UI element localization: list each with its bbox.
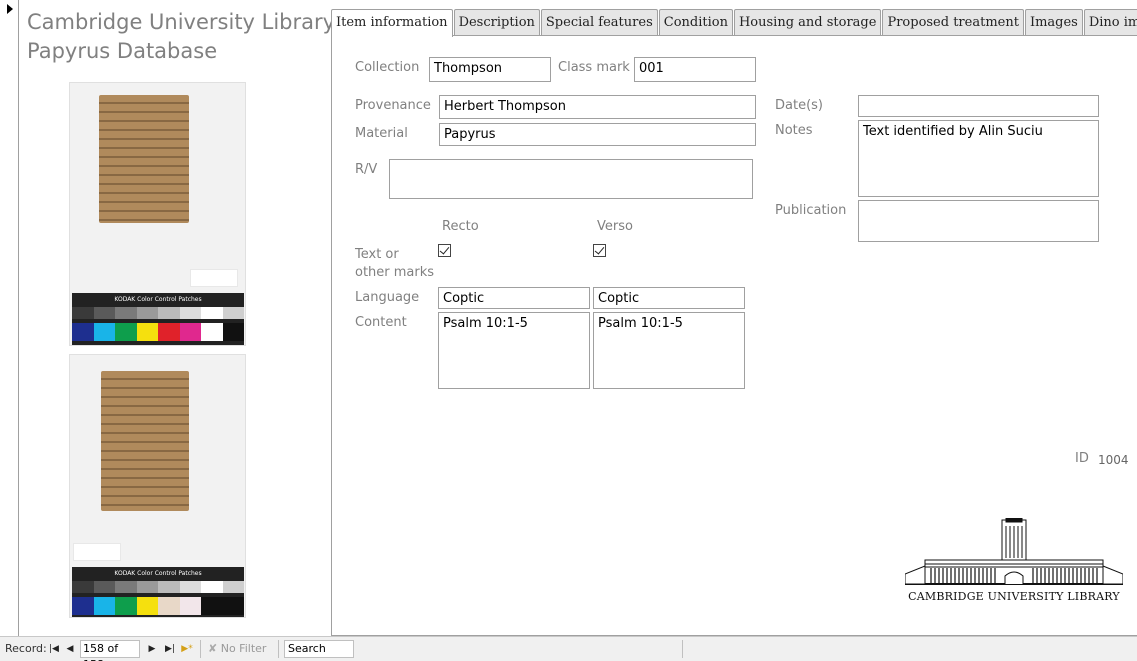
page-title: Cambridge University Library Papyrus Dat… <box>27 8 335 66</box>
separator <box>200 640 201 658</box>
papyrus-fragment <box>99 95 189 223</box>
current-record-input[interactable]: 158 of 158 <box>80 640 140 661</box>
app-window: Cambridge University Library Papyrus Dat… <box>0 0 1137 661</box>
filter-button[interactable]: ✘ No Filter <box>208 640 266 658</box>
provenance-label: Provenance <box>355 98 431 113</box>
color-patches <box>72 597 244 615</box>
image-label-card <box>73 543 121 561</box>
separator <box>682 640 683 658</box>
id-label: ID <box>1075 451 1089 466</box>
dates-label: Date(s) <box>775 98 823 113</box>
tab-special-features[interactable]: Special features <box>540 9 658 36</box>
tab-bar: Item information Description Special fea… <box>331 9 1137 37</box>
recto-label: Recto <box>442 219 479 234</box>
cambridge-library-logo-icon <box>905 518 1123 585</box>
color-control-strip: KODAK Color Control Patches <box>72 293 244 345</box>
record-label: Record: <box>5 642 47 655</box>
search-input[interactable]: Search <box>284 640 354 658</box>
last-record-icon[interactable]: ▶| <box>164 641 176 657</box>
papyrus-fragment <box>101 371 189 511</box>
notes-field[interactable]: Text identified by Alin Suciu <box>858 120 1099 197</box>
previous-record-icon[interactable]: ◀ <box>64 641 76 657</box>
tab-proposed-treatment[interactable]: Proposed treatment <box>882 9 1024 36</box>
content-recto-field[interactable]: Psalm 10:1-5 <box>438 312 590 389</box>
tab-dino-images[interactable]: Dino images <box>1083 9 1137 36</box>
kodak-label: KODAK Color Control Patches <box>114 570 202 577</box>
tab-images[interactable]: Images <box>1024 9 1083 36</box>
separator <box>278 640 279 658</box>
color-patches <box>72 323 244 341</box>
papyrus-image-recto[interactable]: KODAK Color Control Patches <box>69 82 246 346</box>
kodak-label: KODAK Color Control Patches <box>114 296 202 303</box>
rv-label: R/V <box>355 162 378 177</box>
text-marks-label-line2: other marks <box>355 265 435 280</box>
verso-label: Verso <box>597 219 633 234</box>
content-label: Content <box>355 315 407 330</box>
image-label-card <box>190 269 238 287</box>
title-line-2: Papyrus Database <box>27 39 218 63</box>
color-control-strip: KODAK Color Control Patches <box>72 567 244 617</box>
language-verso-field[interactable]: Coptic <box>593 287 745 309</box>
material-label: Material <box>355 126 408 141</box>
publication-label: Publication <box>775 203 847 218</box>
collection-label: Collection <box>355 60 420 75</box>
rv-field[interactable] <box>389 159 753 199</box>
gray-patches <box>72 581 244 593</box>
classmark-label: Class mark <box>558 60 630 75</box>
tab-housing-and-storage[interactable]: Housing and storage <box>733 9 882 36</box>
language-recto-field[interactable]: Coptic <box>438 287 590 309</box>
logo-text: CAMBRIDGE UNIVERSITY LIBRARY <box>908 590 1120 603</box>
publication-field[interactable] <box>858 200 1099 242</box>
title-line-1: Cambridge University Library <box>27 10 336 34</box>
current-record-arrow-icon <box>7 4 13 14</box>
classmark-field[interactable]: 001 <box>634 57 756 82</box>
record-navigation-bar: Record: |◀ ◀ 158 of 158 ▶ ▶| ▶* ✘ No Fil… <box>0 636 1137 661</box>
language-label: Language <box>355 290 420 305</box>
provenance-field[interactable]: Herbert Thompson <box>439 95 756 119</box>
recto-text-marks-checkbox[interactable] <box>438 244 451 257</box>
papyrus-image-verso[interactable]: KODAK Color Control Patches <box>69 354 246 618</box>
notes-label: Notes <box>775 123 813 138</box>
filter-label: No Filter <box>220 642 267 655</box>
content-verso-field[interactable]: Psalm 10:1-5 <box>593 312 745 389</box>
tab-description[interactable]: Description <box>453 9 540 36</box>
first-record-icon[interactable]: |◀ <box>48 641 60 657</box>
dates-field[interactable] <box>858 95 1099 117</box>
gray-patches <box>72 307 244 319</box>
tab-item-information[interactable]: Item information <box>331 9 453 37</box>
material-field[interactable]: Papyrus <box>439 123 756 146</box>
id-value: 1004 <box>1098 453 1129 467</box>
text-marks-label-line1: Text or <box>355 247 399 262</box>
tab-condition[interactable]: Condition <box>658 9 733 36</box>
verso-text-marks-checkbox[interactable] <box>593 244 606 257</box>
filter-icon: ✘ <box>208 642 218 655</box>
new-record-icon[interactable]: ▶* <box>181 641 193 657</box>
next-record-icon[interactable]: ▶ <box>146 641 158 657</box>
record-selector[interactable] <box>0 0 19 636</box>
collection-field[interactable]: Thompson <box>429 57 551 82</box>
